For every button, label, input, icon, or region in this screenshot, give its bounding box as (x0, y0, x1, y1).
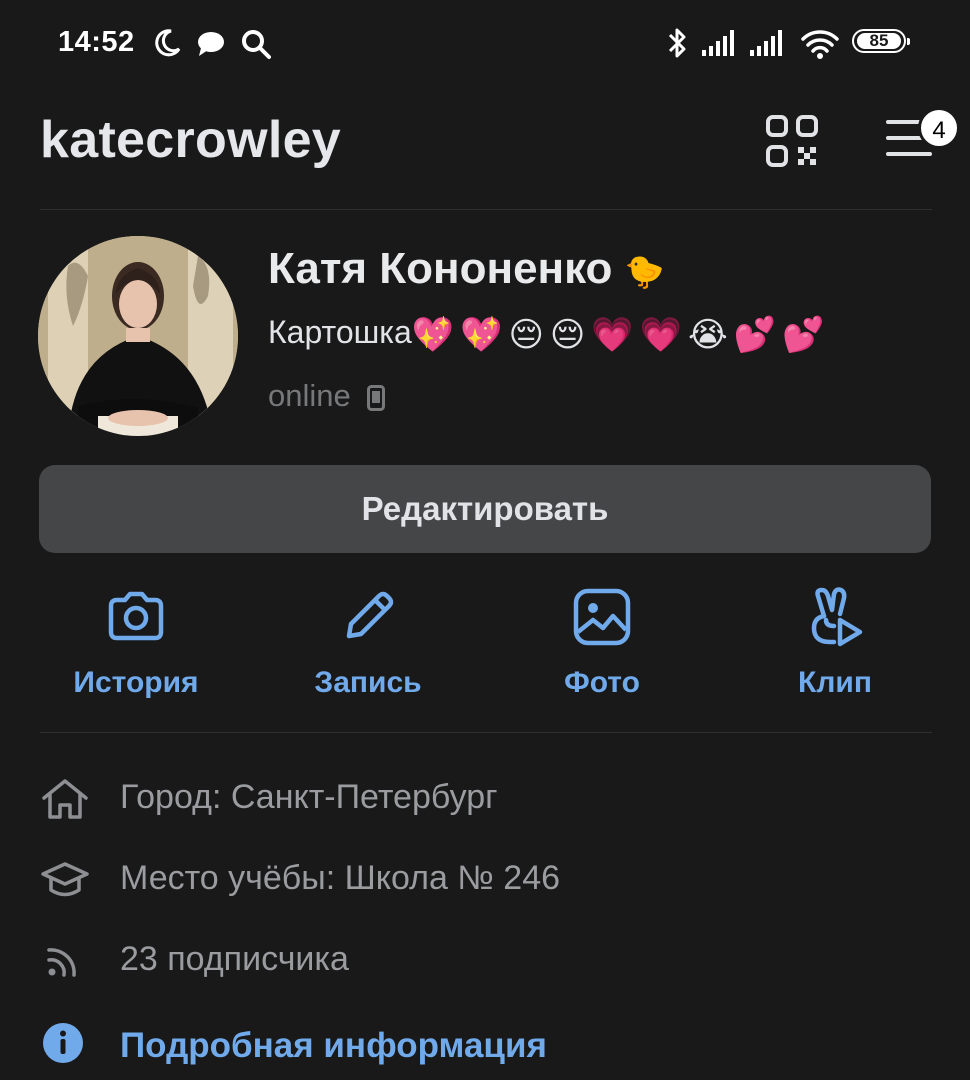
battery-icon: 85 (852, 29, 910, 53)
story-button[interactable]: История (46, 586, 226, 700)
profile-status[interactable]: Картошка💖💖😔😔💗💗😭💕💕 (268, 314, 830, 355)
battery-level: 85 (869, 31, 889, 50)
post-label: Запись (314, 666, 422, 699)
photo-label: Фото (564, 666, 640, 699)
graduation-cap-icon (41, 862, 89, 897)
chick-emoji: 🐤 (624, 253, 665, 290)
followers-text: 23 подписчика (120, 940, 349, 978)
actions-divider (40, 732, 932, 733)
phone-icon (367, 384, 386, 411)
moon-icon (155, 29, 181, 57)
edit-profile-button[interactable]: Редактировать (39, 465, 931, 553)
pencil-icon (346, 591, 394, 639)
rss-icon (47, 948, 76, 977)
details-link-text[interactable]: Подробная информация (120, 1026, 547, 1066)
clip-button[interactable]: Клип (745, 586, 925, 700)
online-text: online (268, 378, 351, 413)
info-education: Место учёбы: Школа № 246 (40, 851, 940, 907)
camera-icon (108, 591, 164, 641)
info-icon (43, 1023, 83, 1063)
signal-icon (750, 30, 782, 56)
info-city: Город: Санкт-Петербург (40, 770, 940, 826)
qr-code-icon[interactable] (765, 114, 819, 168)
avatar[interactable] (38, 236, 238, 436)
clip-icon (811, 587, 863, 647)
online-status: online (268, 378, 386, 414)
education-text: Место учёбы: Школа № 246 (120, 859, 561, 897)
wifi-icon (801, 30, 839, 59)
header-divider (40, 209, 932, 210)
status-bar: 14:52 85 (0, 0, 970, 86)
info-followers[interactable]: 23 подписчика (40, 932, 940, 988)
info-details-link[interactable]: Подробная информация (40, 1018, 940, 1074)
status-emojis: 💖💖😔😔💗💗😭💕💕 (411, 315, 831, 354)
search-icon (242, 30, 271, 59)
home-icon (42, 779, 88, 819)
city-text: Город: Санкт-Петербург (120, 778, 498, 816)
status-text: Картошка (268, 314, 412, 350)
photo-icon (573, 588, 631, 646)
signal-icon (702, 30, 734, 56)
chat-bubble-icon (198, 32, 224, 56)
post-button[interactable]: Запись (278, 586, 458, 700)
profile-name: Катя Кононенко 🐤 (268, 244, 665, 294)
profile-name-text: Катя Кононенко (268, 244, 613, 293)
menu-badge: 4 (918, 107, 960, 149)
story-label: История (73, 666, 199, 699)
profile-username: katecrowley (40, 111, 342, 169)
status-time: 14:52 (58, 26, 135, 58)
photo-button[interactable]: Фото (512, 586, 692, 700)
clip-label: Клип (798, 666, 872, 699)
bluetooth-icon (668, 28, 686, 58)
